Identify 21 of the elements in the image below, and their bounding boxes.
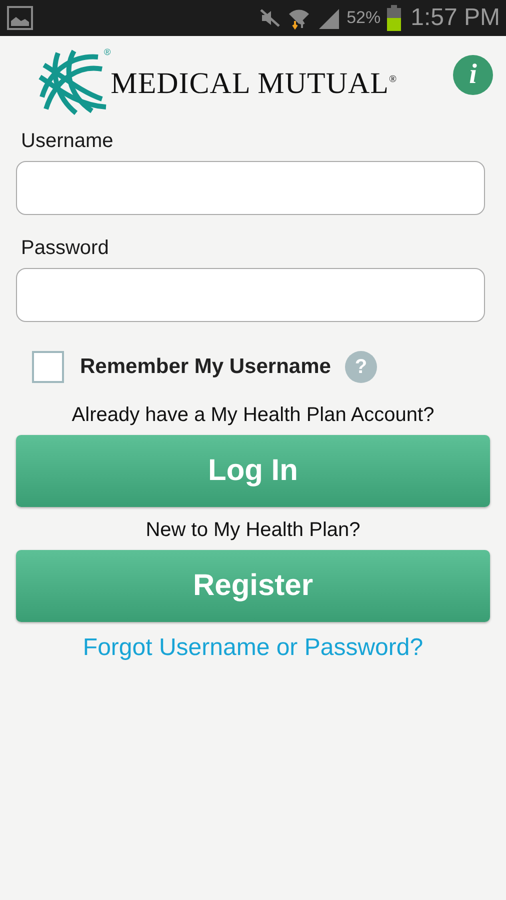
register-button[interactable]: Register bbox=[16, 550, 490, 622]
registered-mark: ® bbox=[104, 47, 111, 57]
username-field[interactable] bbox=[16, 161, 485, 215]
battery-percent: 52% bbox=[346, 8, 381, 28]
clock: 1:57 PM bbox=[410, 4, 500, 32]
password-field[interactable] bbox=[16, 268, 485, 322]
password-label: Password bbox=[20, 237, 110, 260]
remember-username-label: Remember My Username bbox=[80, 355, 331, 379]
username-label: Username bbox=[20, 130, 114, 153]
login-button[interactable]: Log In bbox=[16, 435, 490, 507]
signal-icon bbox=[316, 7, 341, 29]
forgot-password-link[interactable]: Forgot Username or Password? bbox=[82, 634, 424, 662]
mute-icon bbox=[258, 8, 281, 28]
battery-icon bbox=[386, 5, 401, 31]
register-prompt: New to My Health Plan? bbox=[144, 519, 362, 542]
image-icon bbox=[7, 6, 33, 30]
info-button[interactable]: i bbox=[453, 55, 493, 95]
logo-wordmark: MEDICAL MUTUAL$^{®}$ bbox=[110, 67, 398, 101]
login-prompt: Already have a My Health Plan Account? bbox=[70, 404, 436, 427]
checkbox[interactable] bbox=[32, 351, 64, 383]
help-button[interactable]: ? bbox=[344, 351, 377, 383]
